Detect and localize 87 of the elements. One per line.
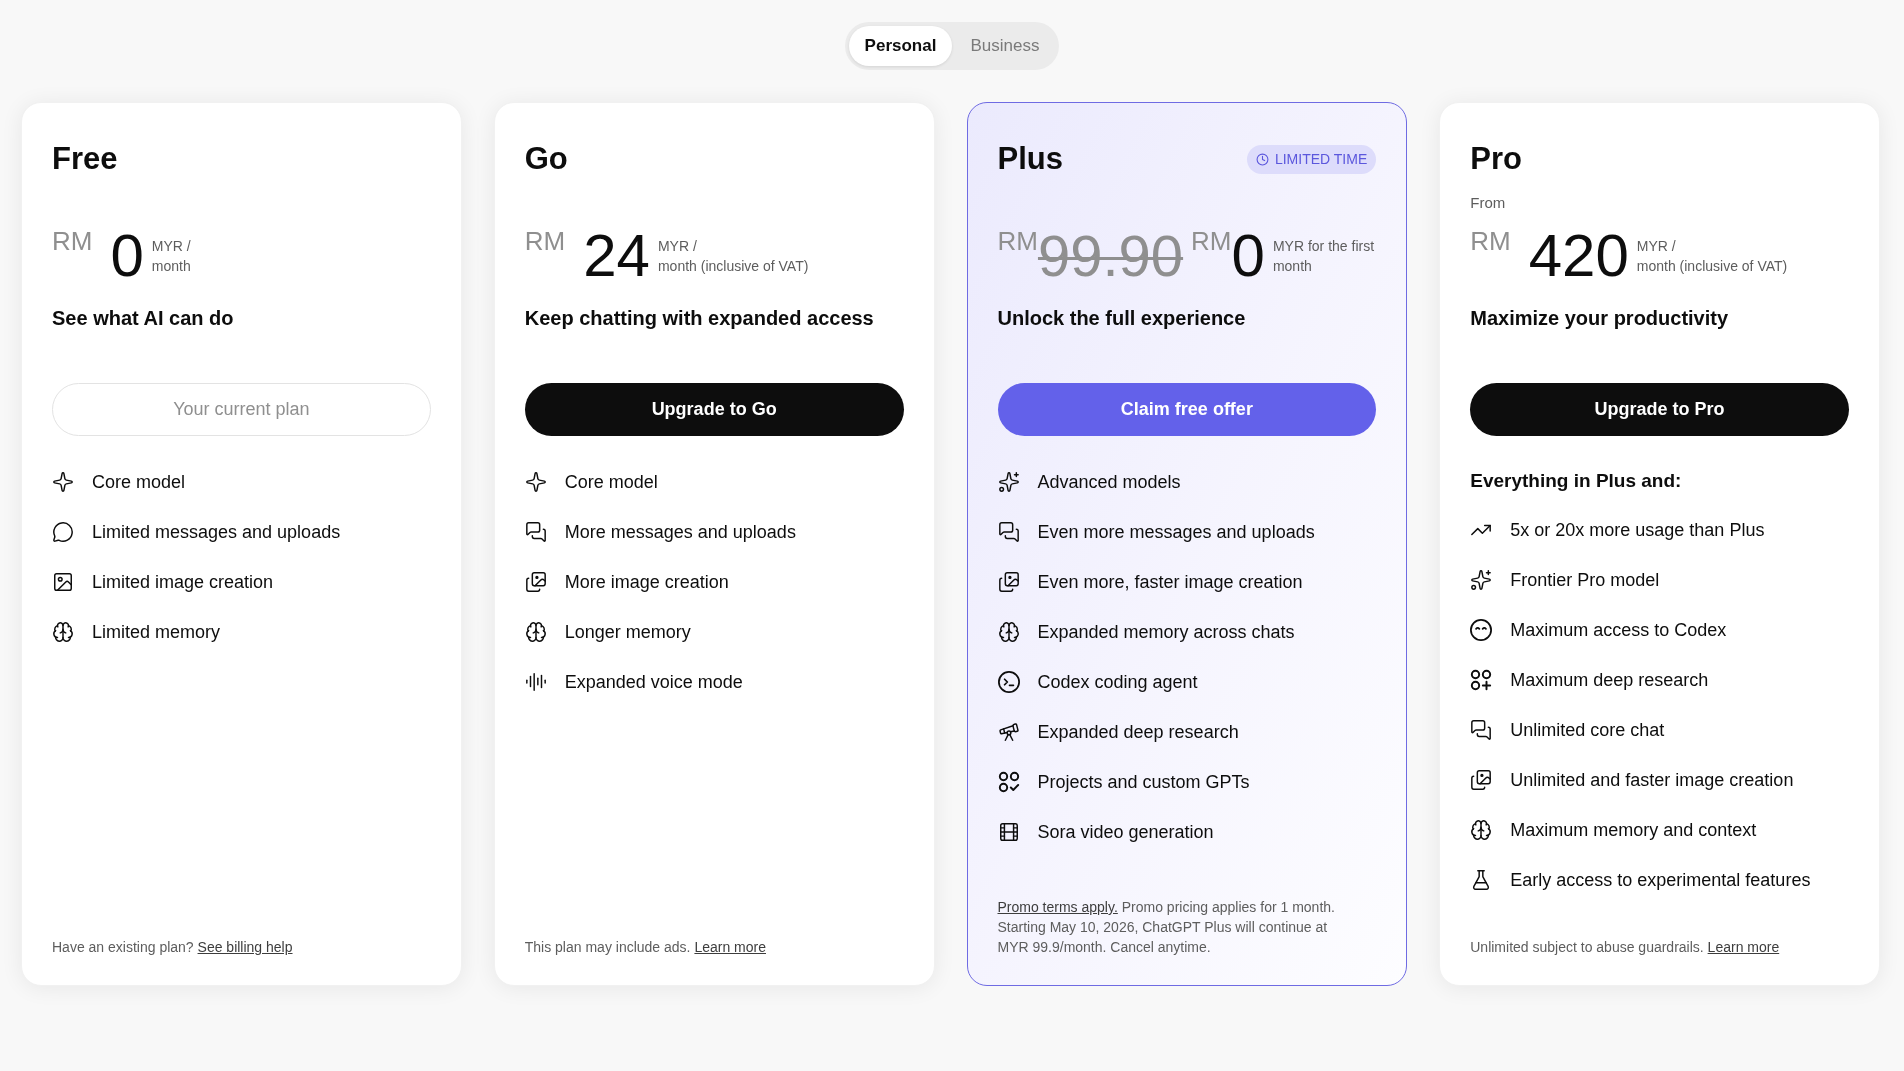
feature-text: Sora video generation [1037,820,1214,844]
feature-text: 5x or 20x more usage than Plus [1510,518,1765,542]
telescope-icon [997,721,1020,743]
currency-label: RM [997,228,1038,254]
feature-text: Expanded deep research [1037,720,1239,744]
feature-text: Limited memory [92,620,221,644]
face-icon [1470,619,1493,641]
feature-text: Longer memory [564,620,691,644]
sparkle-icon [52,471,74,493]
film-icon [997,821,1020,843]
plan-button[interactable]: Upgrade to Go [524,383,904,436]
footer-note: Have an existing plan? See billing help [52,938,294,957]
toggle-tab[interactable]: Personal [848,26,953,66]
sparkles-icon [1470,569,1493,591]
currency-label: RM [1470,228,1511,254]
brain-icon [1470,819,1493,841]
plan-name: Plus [997,140,1063,178]
clock-icon [1255,152,1269,166]
price-amount: 24 [583,226,650,286]
circles-check-icon [997,771,1020,793]
old-price-amount: 99.90 [1037,227,1184,285]
sparkle-icon [524,471,547,493]
circles-plus-icon [1470,669,1493,691]
images-icon [1470,769,1493,791]
feature-text: Projects and custom GPTs [1037,770,1250,794]
terminal-circle-icon [997,671,1020,693]
feature-text: Limited messages and uploads [92,520,341,544]
feature-text: Even more messages and uploads [1037,520,1315,544]
features-heading: Everything in Plus and: [1470,468,1683,493]
plan-name: Pro [1470,140,1522,178]
price-unit: MYR / month [151,237,191,276]
feature-text: Maximum deep research [1510,668,1709,692]
footer-link[interactable]: Learn more [1707,939,1780,955]
plan-button[interactable]: Claim free offer [997,383,1377,436]
footer-link[interactable]: See billing help [197,939,293,955]
badge-text: LIMITED TIME [1274,149,1368,169]
feature-text: Limited image creation [92,570,274,594]
price-amount: 420 [1528,226,1629,286]
footer-note: Unlimited subject to abuse guardrails. Learn more [1470,938,1781,957]
brain-icon [524,621,547,643]
feature-text: More image creation [564,570,729,594]
currency-label: RM [1191,228,1232,254]
price-amount: 0 [1231,226,1265,286]
feature-text: Core model [564,470,658,494]
feature-text: Expanded voice mode [564,670,743,694]
price-amount: 0 [110,226,144,286]
feature-text: Core model [92,470,186,494]
footer-link[interactable]: Promo terms apply. [997,899,1118,915]
brain-icon [997,621,1020,643]
currency-label: RM [52,228,93,254]
plan-tagline: See what AI can do [52,306,235,331]
images-icon [997,571,1020,593]
feature-text: More messages and uploads [564,520,796,544]
plan-name: Go [524,140,568,178]
feature-text: Maximum memory and context [1510,818,1757,842]
price-unit: MYR / month (inclusive of VAT) [1636,237,1788,276]
plan-button[interactable]: Upgrade to Pro [1470,383,1849,436]
plan-tagline: Maximize your productivity [1470,306,1730,331]
feature-text: Maximum access to Codex [1510,618,1727,642]
price-unit: MYR / month (inclusive of VAT) [657,237,809,276]
feature-text: Advanced models [1037,470,1181,494]
toggle-tab[interactable]: Business [954,26,1056,66]
feature-text: Unlimited core chat [1510,718,1665,742]
feature-text: Expanded memory across chats [1037,620,1295,644]
footer-note: This plan may include ads. Learn more [524,938,767,957]
chat-bubbles-icon [1470,719,1493,741]
footer-link[interactable]: Learn more [694,939,766,955]
feature-text: Frontier Pro model [1510,568,1660,592]
sparkles-icon [997,471,1020,493]
audio-wave-icon [524,671,547,693]
currency-label: RM [524,228,566,254]
price-prefix: From [1470,192,1506,213]
brain-icon [52,621,74,643]
footer-note: Promo terms apply. Promo pricing applies for 1 month. Starting May 10, 2026, ChatGPT Plus will continue at MYR 99.9/month. Cancel anytime. [997,898,1336,957]
plan-tagline: Unlock the full experience [997,306,1247,331]
feature-text: Codex coding agent [1037,670,1198,694]
chat-bubbles-icon [997,521,1020,543]
feature-text: Unlimited and faster image creation [1510,768,1794,792]
feature-text: Early access to experimental features [1510,868,1811,892]
chat-bubble-icon [52,521,74,543]
image-icon [52,571,74,593]
plan-name: Free [52,140,118,178]
plan-tagline: Keep chatting with expanded access [524,306,875,331]
price-unit: MYR for the first month [1272,237,1375,276]
feature-text: Even more, faster image creation [1037,570,1303,594]
chat-bubbles-icon [524,521,547,543]
images-icon [524,571,547,593]
